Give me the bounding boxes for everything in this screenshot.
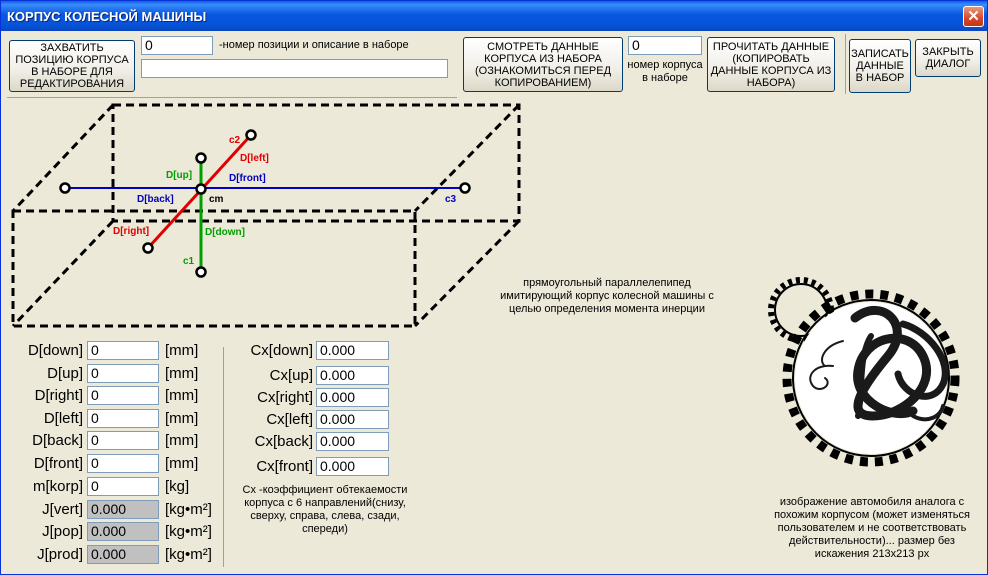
dim-label-left: D[left] (43, 410, 83, 427)
j-prod-output: 0.000 (87, 545, 159, 564)
dim-input-right[interactable]: 0 (87, 386, 159, 405)
close-dialog-button[interactable]: ЗАКРЫТЬ ДИАЛОГ (915, 39, 981, 77)
dim-label-right: D[right] (34, 387, 83, 404)
cx-input-left[interactable]: 0.000 (316, 410, 389, 429)
j-prod-unit: [kg•m²] (165, 546, 212, 563)
dim-input-front[interactable]: 0 (87, 454, 159, 473)
label-c3: c3 (445, 194, 457, 205)
box-edge (11, 103, 115, 213)
position-number-input[interactable]: 0 (141, 36, 213, 55)
label-d-down: D[down] (205, 227, 245, 238)
cx-input-up[interactable]: 0.000 (316, 366, 389, 385)
label-d-left: D[left] (240, 153, 269, 164)
body-number-input[interactable]: 0 (628, 36, 702, 55)
node-right (142, 242, 154, 254)
window-close-button[interactable]: ✕ (963, 6, 984, 27)
j-vert-label: J[vert] (42, 501, 83, 518)
column-separator (223, 347, 224, 567)
cx-label-left: Cx[left] (266, 411, 313, 428)
title-bar[interactable]: КОРПУС КОЛЕСНОЙ МАШИНЫ ✕ (1, 1, 987, 31)
label-d-up: D[up] (166, 170, 192, 181)
label-cm: cm (209, 194, 224, 205)
cx-input-right[interactable]: 0.000 (316, 388, 389, 407)
node-c2 (245, 129, 257, 141)
dim-label-up: D[up] (47, 365, 83, 382)
body-diagram: c2 D[left] D[up] D[front] D[back] cm c3 … (11, 103, 521, 328)
description-input[interactable] (141, 59, 448, 78)
label-d-back: D[back] (137, 194, 174, 205)
cx-note: Cx -коэффициент обтекаемости корпуса с 6… (242, 484, 408, 535)
view-body-data-button[interactable]: СМОТРЕТЬ ДАННЫЕ КОРПУСА ИЗ НАБОРА (ОЗНАК… (463, 37, 623, 92)
j-pop-output: 0.000 (87, 522, 159, 541)
cx-label-up: Cx[up] (269, 367, 313, 384)
label-c2: c2 (229, 135, 241, 146)
j-vert-unit: [kg•m²] (165, 501, 212, 518)
dim-unit-right: [mm] (165, 387, 199, 404)
node-c3 (459, 182, 471, 194)
mass-input[interactable]: 0 (87, 477, 159, 496)
box-back-face (111, 103, 521, 223)
node-back (59, 182, 71, 194)
separator (845, 34, 846, 94)
dialog-window: КОРПУС КОЛЕСНОЙ МАШИНЫ ✕ ЗАХВАТИТЬ ПОЗИЦ… (0, 0, 988, 575)
label-d-front: D[front] (229, 173, 266, 184)
capture-position-button[interactable]: ЗАХВАТИТЬ ПОЗИЦИЮ КОРПУСА В НАБОРЕ ДЛЯ Р… (9, 40, 135, 92)
dim-input-down[interactable]: 0 (87, 341, 159, 360)
j-pop-label: J[pop] (42, 523, 83, 540)
label-d-right: D[right] (113, 226, 149, 237)
dim-label-front: D[front] (33, 455, 83, 472)
label-c1: c1 (183, 256, 195, 267)
cx-label-down: Cx[down] (250, 342, 313, 359)
cx-label-front: Cx[front] (256, 458, 313, 475)
write-data-button[interactable]: ЗАПИСАТЬ ДАННЫЕ В НАБОР (849, 39, 911, 93)
node-cm (195, 183, 207, 195)
car-analog-image[interactable] (763, 266, 976, 479)
diagram-caption: прямоугольный параллелепипед имитирующий… (500, 277, 714, 315)
dim-unit-up: [mm] (165, 365, 199, 382)
dim-label-back: D[back] (32, 432, 83, 449)
dim-input-up[interactable]: 0 (87, 364, 159, 383)
position-caption: -номер позиции и описание в наборе (219, 39, 409, 51)
j-vert-output: 0.000 (87, 500, 159, 519)
dim-input-back[interactable]: 0 (87, 431, 159, 450)
mass-unit: [kg] (165, 478, 190, 495)
mass-label: m[korp] (32, 478, 83, 495)
cx-input-back[interactable]: 0.000 (316, 432, 389, 451)
dim-unit-front: [mm] (165, 455, 199, 472)
node-c1 (195, 266, 207, 278)
body-number-caption: номер корпуса в наборе (627, 59, 703, 84)
cx-input-front[interactable]: 0.000 (316, 457, 389, 476)
dim-input-left[interactable]: 0 (87, 409, 159, 428)
box-edge (413, 103, 521, 213)
dim-label-down: D[down] (27, 342, 83, 359)
cx-input-down[interactable]: 0.000 (316, 341, 389, 360)
cx-label-back: Cx[back] (254, 433, 313, 450)
image-note: изображение автомобиля аналога с похожим… (774, 496, 970, 560)
box-edge (11, 219, 115, 328)
dim-unit-left: [mm] (165, 410, 199, 427)
j-prod-label: J[prod] (37, 546, 83, 563)
window-title: КОРПУС КОЛЕСНОЙ МАШИНЫ (7, 9, 207, 24)
j-pop-unit: [kg•m²] (165, 523, 212, 540)
cx-label-right: Cx[right] (257, 389, 313, 406)
dim-unit-down: [mm] (165, 342, 199, 359)
dim-unit-back: [mm] (165, 432, 199, 449)
read-data-button[interactable]: ПРОЧИТАТЬ ДАННЫЕ (КОПИРОВАТЬ ДАННЫЕ КОРП… (707, 37, 835, 92)
node-up (195, 152, 207, 164)
